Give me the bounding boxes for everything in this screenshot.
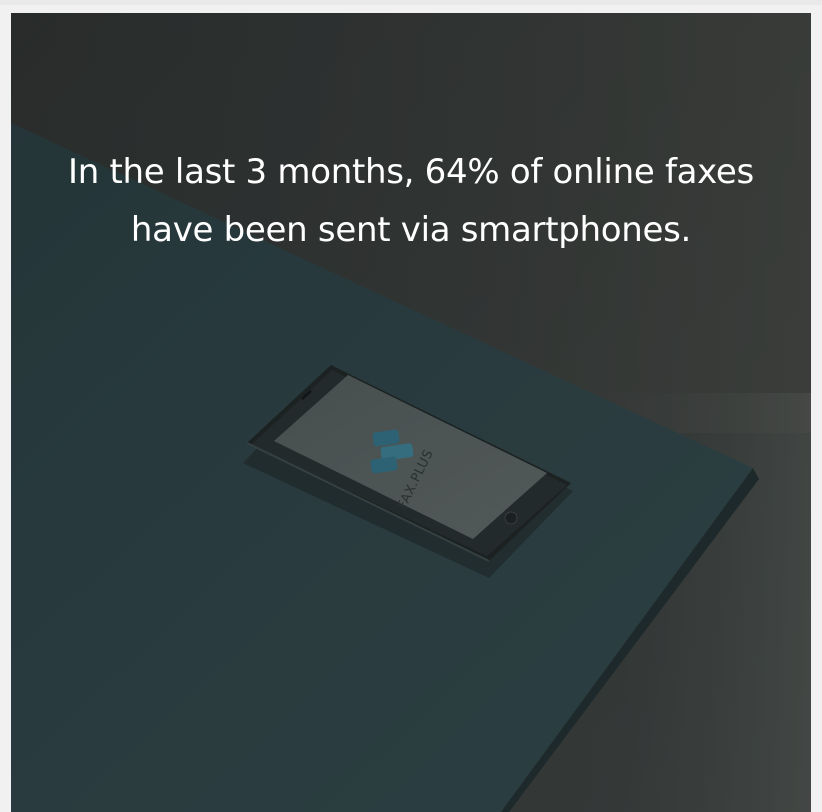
headline: In the last 3 months, 64% of online faxe… xyxy=(11,143,811,259)
hero-image-card: FAX.PLUS In the last 3 months, 64% of on… xyxy=(11,13,811,812)
headline-line-1: In the last 3 months, 64% of online faxe… xyxy=(68,152,754,192)
headline-line-2: have been sent via smartphones. xyxy=(130,210,692,250)
phone-on-table-photo: FAX.PLUS xyxy=(11,13,811,812)
page: FAX.PLUS In the last 3 months, 64% of on… xyxy=(0,0,822,812)
top-strip xyxy=(0,0,822,5)
